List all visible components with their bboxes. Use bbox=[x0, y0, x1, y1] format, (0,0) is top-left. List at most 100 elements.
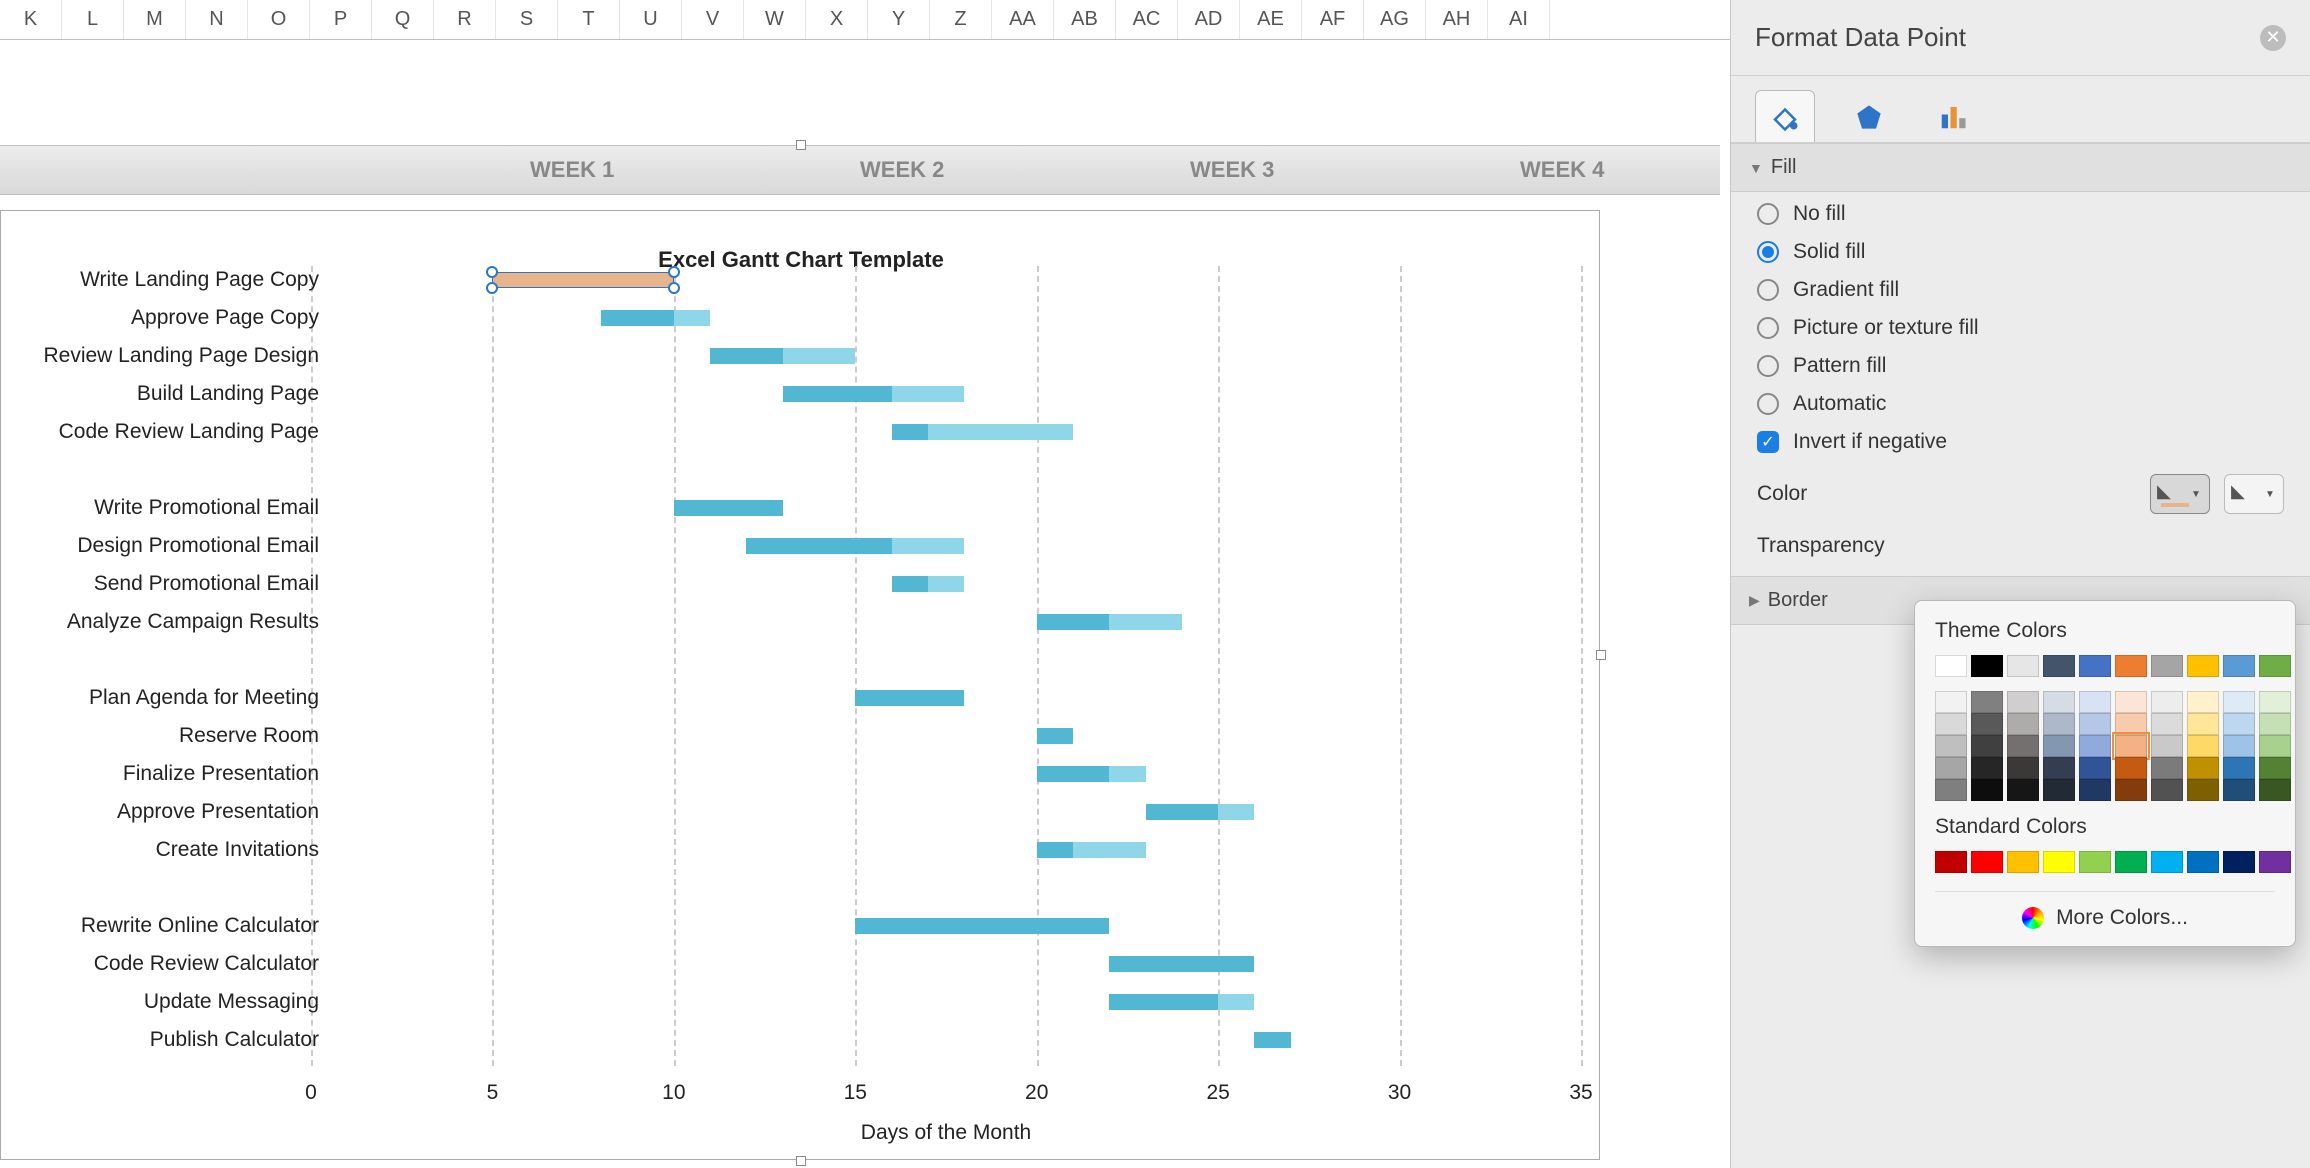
color-swatch[interactable] bbox=[2223, 757, 2255, 779]
column-header[interactable]: AC bbox=[1116, 0, 1178, 39]
color-swatch[interactable] bbox=[2259, 735, 2291, 757]
gantt-bar[interactable] bbox=[1037, 766, 1146, 782]
gantt-bar[interactable] bbox=[1037, 614, 1182, 630]
column-header[interactable]: W bbox=[744, 0, 806, 39]
color-swatch[interactable] bbox=[2115, 851, 2147, 873]
color-swatch[interactable] bbox=[2079, 655, 2111, 677]
tab-fill-line[interactable] bbox=[1755, 90, 1815, 142]
column-header[interactable]: K bbox=[0, 0, 62, 39]
color-swatch[interactable] bbox=[1935, 851, 1967, 873]
color-swatch[interactable] bbox=[1935, 691, 1967, 713]
negative-fill-color-button[interactable]: ▼ bbox=[2224, 474, 2284, 514]
color-swatch[interactable] bbox=[2115, 779, 2147, 801]
color-swatch[interactable] bbox=[2007, 655, 2039, 677]
column-header[interactable]: T bbox=[558, 0, 620, 39]
color-swatch[interactable] bbox=[2259, 779, 2291, 801]
gantt-bar[interactable] bbox=[746, 538, 964, 554]
color-swatch[interactable] bbox=[2151, 655, 2183, 677]
color-swatch[interactable] bbox=[2007, 691, 2039, 713]
color-swatch[interactable] bbox=[2223, 735, 2255, 757]
color-swatch[interactable] bbox=[2007, 735, 2039, 757]
column-header[interactable]: Q bbox=[372, 0, 434, 39]
column-header[interactable]: AI bbox=[1488, 0, 1550, 39]
color-swatch[interactable] bbox=[2115, 713, 2147, 735]
column-header[interactable]: S bbox=[496, 0, 558, 39]
color-swatch[interactable] bbox=[2223, 691, 2255, 713]
color-swatch[interactable] bbox=[1971, 713, 2003, 735]
gantt-bar[interactable] bbox=[783, 386, 964, 402]
column-header[interactable]: AB bbox=[1054, 0, 1116, 39]
column-header[interactable]: N bbox=[186, 0, 248, 39]
column-header[interactable]: O bbox=[248, 0, 310, 39]
color-swatch[interactable] bbox=[2043, 691, 2075, 713]
color-swatch[interactable] bbox=[2043, 655, 2075, 677]
bar-selection-handle[interactable] bbox=[668, 266, 680, 278]
color-swatch[interactable] bbox=[2043, 757, 2075, 779]
column-header[interactable]: X bbox=[806, 0, 868, 39]
color-swatch[interactable] bbox=[2115, 735, 2147, 757]
color-swatch[interactable] bbox=[1971, 655, 2003, 677]
color-swatch[interactable] bbox=[2007, 779, 2039, 801]
gantt-bar[interactable] bbox=[1037, 842, 1146, 858]
color-swatch[interactable] bbox=[2151, 713, 2183, 735]
color-swatch[interactable] bbox=[2223, 713, 2255, 735]
color-swatch[interactable] bbox=[2007, 713, 2039, 735]
color-swatch[interactable] bbox=[2115, 691, 2147, 713]
gantt-chart[interactable]: Excel Gantt Chart Template Days of the M… bbox=[0, 210, 1600, 1160]
color-swatch[interactable] bbox=[2079, 851, 2111, 873]
color-swatch[interactable] bbox=[2151, 851, 2183, 873]
color-swatch[interactable] bbox=[2079, 779, 2111, 801]
color-swatch[interactable] bbox=[2151, 757, 2183, 779]
color-swatch[interactable] bbox=[1971, 735, 2003, 757]
bar-selection-handle[interactable] bbox=[486, 282, 498, 294]
invert-if-negative[interactable]: ✓Invert if negative bbox=[1757, 430, 2284, 454]
color-swatch[interactable] bbox=[2151, 779, 2183, 801]
gantt-bar[interactable] bbox=[855, 918, 1109, 934]
color-swatch[interactable] bbox=[2043, 735, 2075, 757]
gantt-bar[interactable] bbox=[1254, 1032, 1290, 1048]
color-swatch[interactable] bbox=[2187, 735, 2219, 757]
color-swatch[interactable] bbox=[2079, 713, 2111, 735]
color-swatch[interactable] bbox=[2079, 735, 2111, 757]
color-swatch[interactable] bbox=[2259, 655, 2291, 677]
gantt-bar[interactable] bbox=[674, 500, 783, 516]
color-swatch[interactable] bbox=[2043, 851, 2075, 873]
column-header[interactable]: AD bbox=[1178, 0, 1240, 39]
column-header[interactable]: L bbox=[62, 0, 124, 39]
gantt-bar[interactable] bbox=[892, 576, 965, 592]
column-header[interactable]: P bbox=[310, 0, 372, 39]
color-swatch[interactable] bbox=[2043, 779, 2075, 801]
fill-option[interactable]: Gradient fill bbox=[1757, 278, 2284, 302]
color-swatch[interactable] bbox=[2007, 851, 2039, 873]
color-swatch[interactable] bbox=[2187, 691, 2219, 713]
color-swatch[interactable] bbox=[2259, 691, 2291, 713]
color-swatch[interactable] bbox=[2187, 779, 2219, 801]
fill-option[interactable]: No fill bbox=[1757, 202, 2284, 226]
gantt-bar[interactable] bbox=[710, 348, 855, 364]
color-swatch[interactable] bbox=[1935, 757, 1967, 779]
gantt-bar[interactable] bbox=[1109, 994, 1254, 1010]
tab-effects[interactable] bbox=[1839, 90, 1899, 142]
color-swatch[interactable] bbox=[2223, 655, 2255, 677]
gantt-bar[interactable] bbox=[855, 690, 964, 706]
chart-container[interactable]: WEEK 1WEEK 2WEEK 3WEEK 4 Excel Gantt Cha… bbox=[0, 50, 1720, 1150]
color-swatch[interactable] bbox=[2187, 757, 2219, 779]
color-swatch[interactable] bbox=[2223, 851, 2255, 873]
color-swatch[interactable] bbox=[2259, 757, 2291, 779]
more-colors-button[interactable]: More Colors... bbox=[1935, 891, 2275, 930]
column-header[interactable]: U bbox=[620, 0, 682, 39]
gantt-bar[interactable] bbox=[1109, 956, 1254, 972]
color-swatch[interactable] bbox=[2259, 713, 2291, 735]
gantt-bar[interactable] bbox=[601, 310, 710, 326]
column-header[interactable]: Z bbox=[930, 0, 992, 39]
column-header[interactable]: AA bbox=[992, 0, 1054, 39]
color-swatch[interactable] bbox=[2151, 735, 2183, 757]
gantt-bar[interactable] bbox=[1037, 728, 1073, 744]
color-swatch[interactable] bbox=[1971, 851, 2003, 873]
gantt-bar[interactable] bbox=[892, 424, 1073, 440]
color-swatch[interactable] bbox=[1971, 779, 2003, 801]
column-header[interactable]: V bbox=[682, 0, 744, 39]
column-header[interactable]: AF bbox=[1302, 0, 1364, 39]
color-swatch[interactable] bbox=[1971, 691, 2003, 713]
section-fill-header[interactable]: ▼ Fill bbox=[1731, 143, 2310, 192]
